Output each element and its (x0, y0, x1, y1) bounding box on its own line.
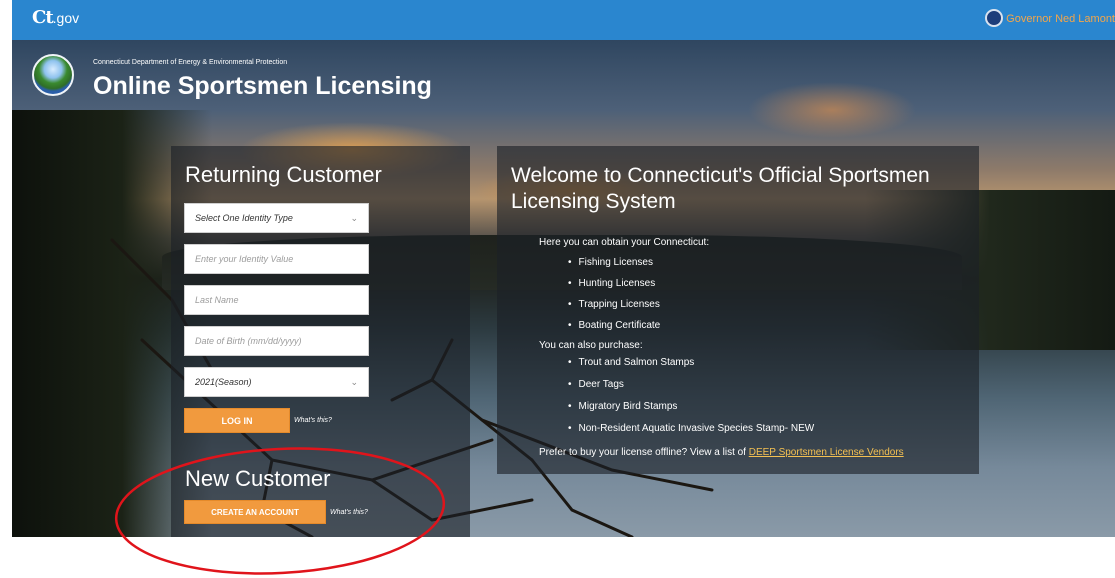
chevron-down-icon: ⌄ (350, 213, 358, 223)
list-item: Trapping Licenses (568, 299, 660, 310)
ct-gov-logo[interactable]: Ct.gov (32, 7, 79, 28)
ct-gov-logo-suffix: .gov (52, 10, 80, 26)
seal-icon (985, 9, 1003, 27)
purchases-intro: You can also purchase: (539, 340, 643, 351)
list-item: Non-Resident Aquatic Invasive Species St… (568, 423, 815, 434)
identity-value-input[interactable]: Enter your Identity Value (184, 244, 369, 274)
identity-type-value: Select One Identity Type (195, 213, 293, 223)
welcome-heading: Welcome to Connecticut's Official Sports… (511, 164, 930, 213)
date-of-birth-input[interactable]: Date of Birth (mm/dd/yyyy) (184, 326, 369, 356)
identity-type-select[interactable]: Select One Identity Type ⌄ (184, 203, 369, 233)
vendors-link[interactable]: DEEP Sportsmen License Vendors (749, 447, 904, 458)
last-name-input[interactable]: Last Name (184, 285, 369, 315)
agency-name: Connecticut Department of Energy & Envir… (93, 59, 288, 66)
top-bar: Ct.gov Governor Ned Lamont (12, 0, 1115, 40)
create-account-whats-this-link[interactable]: What's this? (330, 509, 368, 516)
licenses-intro: Here you can obtain your Connecticut: (539, 237, 710, 248)
login-button[interactable]: LOG IN (184, 408, 290, 433)
governor-link[interactable]: Governor Ned Lamont (1006, 13, 1115, 25)
list-item: Boating Certificate (568, 320, 661, 331)
returning-customer-heading: Returning Customer (185, 162, 382, 187)
ct-gov-logo-main: Ct (32, 7, 54, 28)
offline-text: Prefer to buy your license offline? View… (539, 447, 746, 458)
list-item: Trout and Salmon Stamps (568, 357, 695, 368)
create-account-button[interactable]: CREATE AN ACCOUNT (184, 500, 326, 524)
page-title: Online Sportsmen Licensing (93, 72, 432, 100)
deep-logo-icon (32, 54, 74, 96)
list-item: Fishing Licenses (568, 257, 653, 268)
new-customer-heading: New Customer (185, 466, 331, 491)
list-item: Migratory Bird Stamps (568, 401, 678, 412)
season-value: 2021(Season) (195, 377, 252, 387)
season-select[interactable]: 2021(Season) ⌄ (184, 367, 369, 397)
list-item: Hunting Licenses (568, 278, 656, 289)
offline-note: Prefer to buy your license offline? View… (539, 447, 904, 458)
list-item: Deer Tags (568, 379, 624, 390)
chevron-down-icon: ⌄ (350, 377, 358, 387)
login-whats-this-link[interactable]: What's this? (294, 417, 332, 424)
